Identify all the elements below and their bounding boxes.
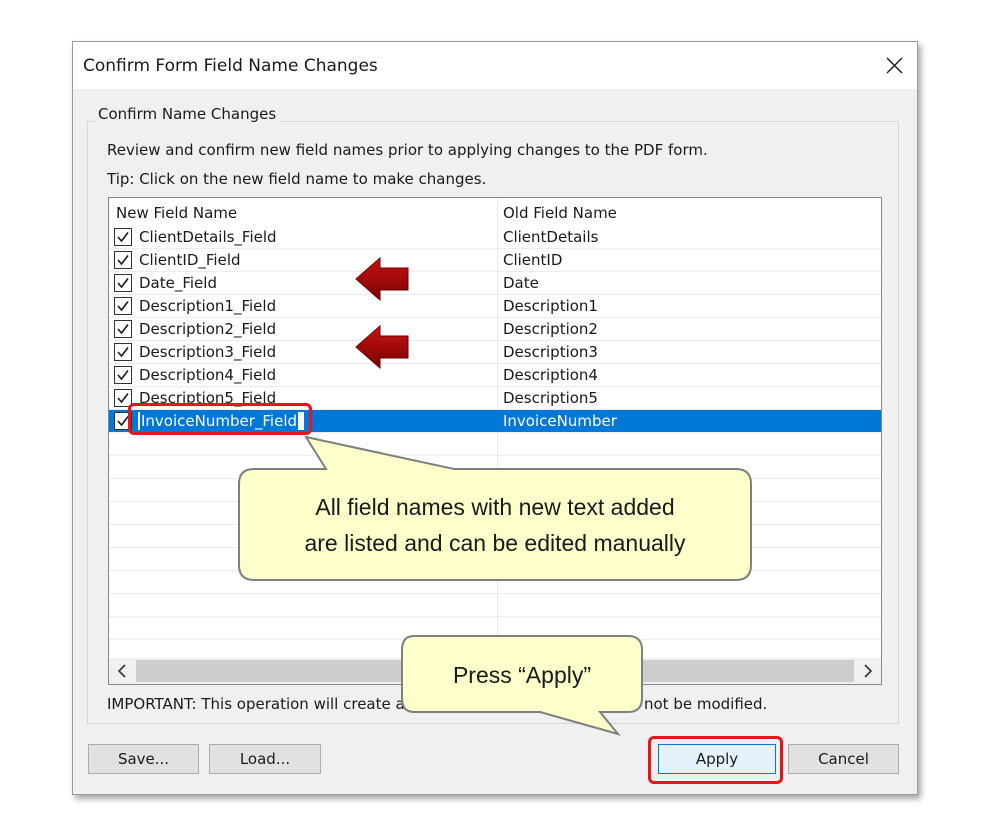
checkmark-icon [117,255,129,266]
old-field-name: Description4 [503,366,598,384]
row-checkbox[interactable] [114,343,132,361]
old-field-name: Date [503,274,539,292]
close-icon [886,57,902,74]
column-header-new-name[interactable]: New Field Name [116,204,237,222]
new-field-name[interactable]: Description1_Field [139,297,276,315]
list-header: New Field Name Old Field Name [109,198,881,226]
row-checkbox[interactable] [114,297,132,315]
dialog-title: Confirm Form Field Name Changes [83,56,378,76]
old-field-name: ClientDetails [503,228,599,246]
new-field-name[interactable]: Description4_Field [139,366,276,384]
field-list[interactable]: New Field Name Old Field Name ClientDeta… [108,197,882,685]
save-button[interactable]: Save... [88,744,199,774]
empty-row [109,594,881,617]
new-field-name[interactable]: Date_Field [139,274,217,292]
table-row[interactable]: Description5_Field Description5 [109,387,881,410]
new-name-edit-input[interactable]: InvoiceNumber_Field [137,411,305,431]
old-field-name: Description2 [503,320,598,338]
new-field-name[interactable]: Description3_Field [139,343,276,361]
checkmark-icon [117,393,129,404]
new-field-name[interactable]: ClientDetails_Field [139,228,277,246]
callout-main-line2: are listed and can be edited manually [304,530,686,556]
row-checkbox[interactable] [114,228,132,246]
description-text: Review and confirm new field names prior… [107,141,708,159]
chevron-right-icon [864,664,873,678]
empty-row [109,571,881,594]
checkmark-icon [117,278,129,289]
empty-row [109,617,881,640]
row-checkbox[interactable] [114,366,132,384]
empty-row [109,433,881,456]
old-field-name: Description1 [503,297,598,315]
group-label: Confirm Name Changes [95,105,280,123]
chevron-left-icon [117,664,126,678]
new-field-name[interactable]: ClientID_Field [139,251,241,269]
close-button[interactable] [871,42,917,89]
checkmark-icon [117,370,129,381]
row-checkbox[interactable] [114,251,132,269]
row-checkbox[interactable] [114,412,132,430]
table-row[interactable]: Description1_Field Description1 [109,295,881,318]
table-row[interactable]: ClientID_Field ClientID [109,249,881,272]
checkmark-icon [117,301,129,312]
new-field-name[interactable]: Description2_Field [139,320,276,338]
important-note: IMPORTANT: This operation will create a [107,695,405,713]
old-field-name: Description3 [503,343,598,361]
column-header-old-name[interactable]: Old Field Name [503,204,617,222]
checkmark-icon [117,347,129,358]
table-row[interactable]: Description2_Field Description2 [109,318,881,341]
table-row[interactable]: Description4_Field Description4 [109,364,881,387]
callout-main-line1: All field names with new text added [315,494,675,520]
empty-row [109,456,881,479]
table-row[interactable]: Date_Field Date [109,272,881,295]
checkmark-icon [117,324,129,335]
old-field-name: ClientID [503,251,563,269]
callout-apply-text: Press “Apply” [452,662,592,688]
table-row[interactable]: InvoiceNumber_Field InvoiceNumber [109,410,881,433]
checkmark-icon [117,416,129,427]
checkmark-icon [117,232,129,243]
row-checkbox[interactable] [114,320,132,338]
apply-button[interactable]: Apply [658,744,776,774]
cancel-button[interactable]: Cancel [788,744,899,774]
load-button[interactable]: Load... [209,744,321,774]
row-checkbox[interactable] [114,274,132,292]
old-field-name: Description5 [503,389,598,407]
row-checkbox[interactable] [114,389,132,407]
scroll-right-button[interactable] [855,658,881,684]
table-row[interactable]: ClientDetails_Field ClientDetails [109,226,881,249]
title-bar: Confirm Form Field Name Changes [73,42,917,89]
tip-text: Tip: Click on the new field name to make… [107,170,487,188]
new-field-name: InvoiceNumber_Field [140,412,299,430]
scroll-left-button[interactable] [109,658,135,684]
table-row[interactable]: Description3_Field Description3 [109,341,881,364]
important-note-end: not be modified. [644,695,768,713]
old-field-name: InvoiceNumber [503,412,617,430]
new-field-name[interactable]: Description5_Field [139,389,276,407]
